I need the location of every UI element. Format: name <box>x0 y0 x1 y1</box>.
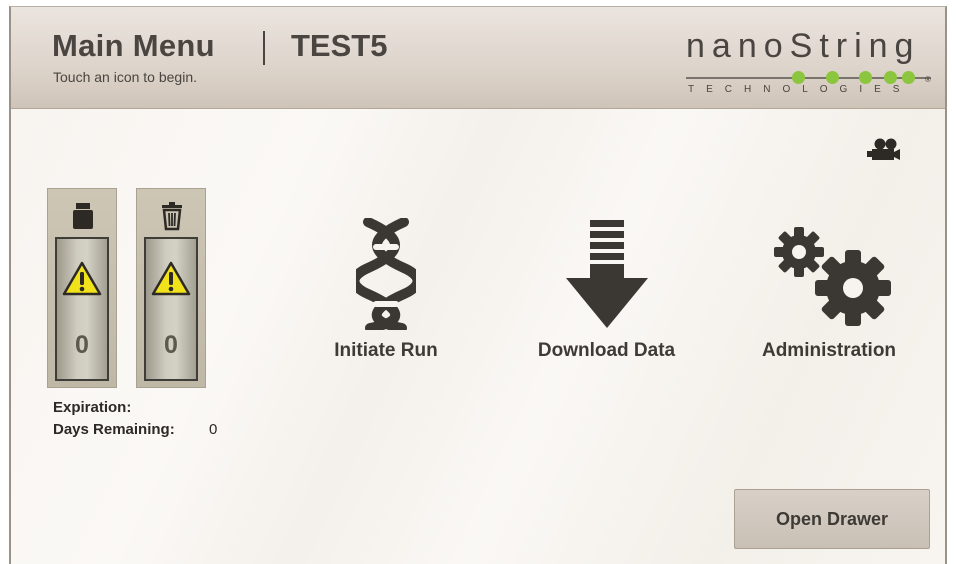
logo-dot <box>902 71 915 84</box>
trash-icon <box>162 202 182 231</box>
device-name: TEST5 <box>291 28 388 63</box>
days-remaining-label: Days Remaining: <box>53 421 175 438</box>
main-window: Main Menu TEST5 Touch an icon to begin. … <box>9 6 947 564</box>
nanostring-logo: nanoString TECHNOLOGIES ® <box>684 27 934 97</box>
logo-subtext: TECHNOLOGIES <box>688 84 912 95</box>
dna-icon <box>356 218 416 330</box>
gears-icon <box>774 227 891 326</box>
logo-dot <box>792 71 805 84</box>
days-remaining-value: 0 <box>209 421 218 438</box>
expiration-label: Expiration: <box>53 399 132 416</box>
logo-registered: ® <box>925 75 931 84</box>
cartridge-slot[interactable]: 0 <box>47 188 117 388</box>
header-bar: Main Menu TEST5 Touch an icon to begin. … <box>11 7 945 109</box>
waste-well: 0 <box>144 237 198 381</box>
logo-text: nanoString <box>686 27 921 65</box>
title-divider <box>263 31 265 65</box>
page-title: Main Menu <box>52 28 215 63</box>
warning-icon <box>151 261 191 296</box>
waste-slot[interactable]: 0 <box>136 188 206 388</box>
download-data-button[interactable]: Download Data <box>524 212 689 372</box>
download-data-label: Download Data <box>537 340 676 361</box>
download-arrow-icon <box>566 220 648 328</box>
initiate-run-label: Initiate Run <box>334 340 438 361</box>
administration-label: Administration <box>761 340 897 361</box>
warning-icon <box>62 261 102 296</box>
initiate-run-button[interactable]: Initiate Run <box>316 212 456 372</box>
cartridge-count: 0 <box>75 331 89 359</box>
logo-dot <box>826 71 839 84</box>
waste-count: 0 <box>164 331 178 359</box>
video-camera-icon[interactable] <box>867 138 901 164</box>
cartridge-icon <box>73 203 93 229</box>
page-subtitle: Touch an icon to begin. <box>53 69 197 85</box>
cartridge-well: 0 <box>55 237 109 381</box>
open-drawer-button[interactable]: Open Drawer <box>734 489 930 549</box>
logo-dot <box>884 71 897 84</box>
administration-button[interactable]: Administration <box>749 212 909 372</box>
logo-dot <box>859 71 872 84</box>
